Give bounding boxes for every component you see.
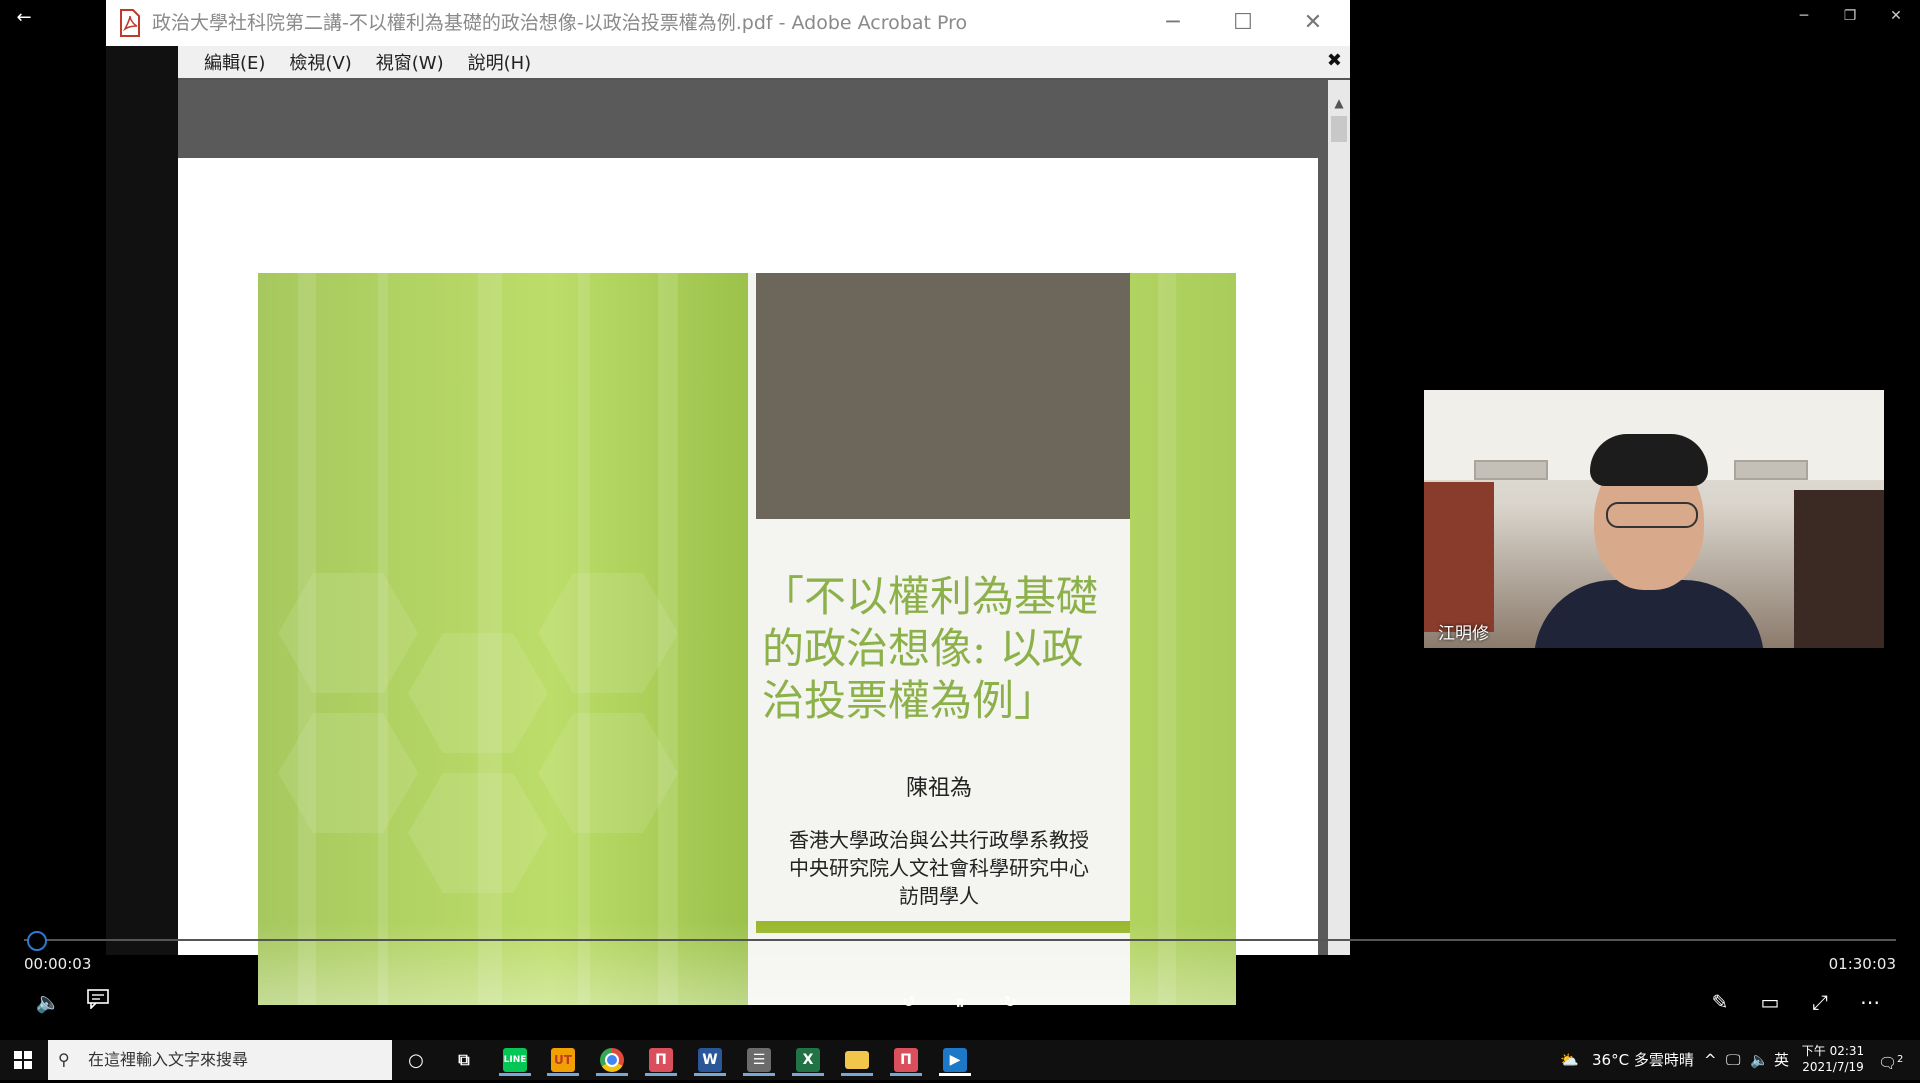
taskbar: ⚲ 在這裡輸入文字來搜尋 ○ ⧉ LINE UT Π W ☰ X Π ▶ ⛅ 3… [0, 1040, 1920, 1080]
progress-bar[interactable] [24, 939, 1896, 941]
pdf-page: 「不以權利為基礎的政治想像: 以政治投票權為例」 陳祖為 香港大學政治與公共行政… [178, 158, 1318, 1005]
slide-author: 陳祖為 [905, 776, 972, 801]
total-time: 01:30:03 [1828, 955, 1896, 973]
speaker-icon[interactable]: 🔈 [1750, 1040, 1769, 1080]
acrobat-window-title: 政治大學社科院第二講-不以權利為基礎的政治想像-以政治投票權為例.pdf - A… [152, 12, 968, 34]
taskbar-clock[interactable]: 下午 02:31 2021/7/19 [1800, 1043, 1866, 1075]
notification-icon[interactable]: 🗨2 [1878, 1040, 1903, 1080]
menu-edit[interactable]: 編輯(E) [204, 49, 265, 75]
search-input[interactable]: 在這裡輸入文字來搜尋 [88, 1040, 248, 1080]
acrobat-scrollbar[interactable]: ▲ [1328, 80, 1350, 955]
news-icon[interactable]: ☰ [741, 1044, 777, 1076]
pen-icon[interactable]: ✎ [1704, 986, 1736, 1018]
acrobat-titlebar: 政治大學社科院第二講-不以權利為基礎的政治想像-以政治投票權為例.pdf - A… [106, 0, 1350, 46]
windows-start-icon[interactable] [0, 1040, 46, 1080]
taskbar-search[interactable]: ⚲ 在這裡輸入文字來搜尋 [48, 1040, 392, 1080]
notification-count: 2 [1897, 1054, 1904, 1065]
slide-title-panel: 「不以權利為基礎的政治想像: 以政治投票權為例」 陳祖為 香港大學政治與公共行政… [748, 273, 1130, 1005]
shared-screen: 政治大學社科院第二講-不以權利為基礎的政治想像-以政治投票權為例.pdf - A… [106, 0, 1350, 1005]
affiliation-line: 訪問學人 [899, 884, 979, 908]
fullscreen-icon[interactable]: ⤢ [1804, 986, 1836, 1018]
affiliation-line: 香港大學政治與公共行政學系教授 [789, 828, 1089, 852]
acrobat-close-icon[interactable]: ✕ [1278, 0, 1348, 46]
acrobat-minimize-icon[interactable]: ─ [1138, 0, 1208, 46]
slide-title: 「不以權利為基礎的政治想像: 以政治投票權為例」 [762, 572, 1099, 725]
ime-indicator[interactable]: 英 [1774, 1040, 1789, 1080]
task-view-icon[interactable]: ⧉ [446, 1044, 482, 1076]
pause-icon[interactable]: ⏸ [944, 986, 976, 1018]
captions-icon[interactable] [82, 986, 114, 1018]
volume-icon[interactable]: 🔈 [32, 986, 64, 1018]
current-time: 00:00:03 [24, 955, 92, 973]
minimize-icon[interactable]: ─ [1784, 4, 1824, 28]
word-icon[interactable]: W [692, 1044, 728, 1076]
line-icon[interactable]: LINE [497, 1044, 533, 1076]
mini-view-icon[interactable]: ▭ [1754, 986, 1786, 1018]
app-red-icon[interactable]: Π [643, 1044, 679, 1076]
forward-30-icon[interactable]: ↻ [994, 986, 1026, 1018]
chrome-icon[interactable] [594, 1044, 630, 1076]
acrobat-menubar: 編輯(E) 檢視(V) 視窗(W) 說明(H) ✖ [178, 46, 1350, 80]
app-red2-icon[interactable]: Π [888, 1044, 924, 1076]
acrobat-left-panel [106, 46, 178, 955]
close-icon[interactable]: ✕ [1876, 4, 1916, 28]
tray-expand-icon[interactable]: ^ [1704, 1040, 1717, 1080]
back-arrow-icon[interactable]: ← [12, 6, 36, 30]
scroll-thumb[interactable] [1331, 116, 1347, 142]
video-player-icon[interactable]: ▶ [937, 1044, 973, 1076]
acrobat-document-area: 「不以權利為基礎的政治想像: 以政治投票權為例」 陳祖為 香港大學政治與公共行政… [178, 80, 1328, 1005]
progress-knob[interactable] [26, 931, 47, 951]
cortana-icon[interactable]: ○ [398, 1044, 434, 1076]
scroll-up-icon[interactable]: ▲ [1328, 96, 1350, 114]
participant-name: 江明修 [1438, 624, 1489, 644]
weather-icon[interactable]: ⛅ [1560, 1040, 1579, 1080]
participant-video[interactable]: 江明修 [1424, 390, 1884, 648]
menu-window[interactable]: 視窗(W) [376, 49, 444, 75]
more-icon[interactable]: ⋯ [1854, 986, 1886, 1018]
rewind-10-icon[interactable]: ↺ [893, 986, 925, 1018]
video-area[interactable]: ← ─ ❐ ✕ 政治大學社科院第二講-不以權利為基礎的政治想像-以政治投票權為例… [0, 0, 1920, 1040]
affiliation-line: 中央研究院人文社會科學研究中心 [789, 856, 1089, 880]
folder-icon[interactable] [839, 1044, 875, 1076]
clock-date: 2021/7/19 [1802, 1060, 1864, 1074]
pdf-icon [120, 9, 140, 37]
acrobat-maximize-icon[interactable]: ☐ [1208, 0, 1278, 46]
menubar-close-icon[interactable]: ✖ [1327, 50, 1342, 71]
search-icon: ⚲ [58, 1050, 70, 1069]
slide: 「不以權利為基礎的政治想像: 以政治投票權為例」 陳祖為 香港大學政治與公共行政… [258, 273, 1236, 1005]
menu-help[interactable]: 說明(H) [468, 49, 532, 75]
clock-time: 下午 02:31 [1801, 1044, 1865, 1058]
weather-text[interactable]: 36°C 多雲時晴 [1592, 1040, 1694, 1080]
slide-photo [756, 273, 1130, 519]
ut-icon[interactable]: UT [545, 1044, 581, 1076]
menu-view[interactable]: 檢視(V) [289, 49, 351, 75]
network-icon[interactable]: 🖵 [1726, 1040, 1740, 1080]
excel-icon[interactable]: X [790, 1044, 826, 1076]
slide-affiliation: 香港大學政治與公共行政學系教授 中央研究院人文社會科學研究中心 訪問學人 [748, 826, 1130, 910]
restore-icon[interactable]: ❐ [1830, 4, 1870, 28]
